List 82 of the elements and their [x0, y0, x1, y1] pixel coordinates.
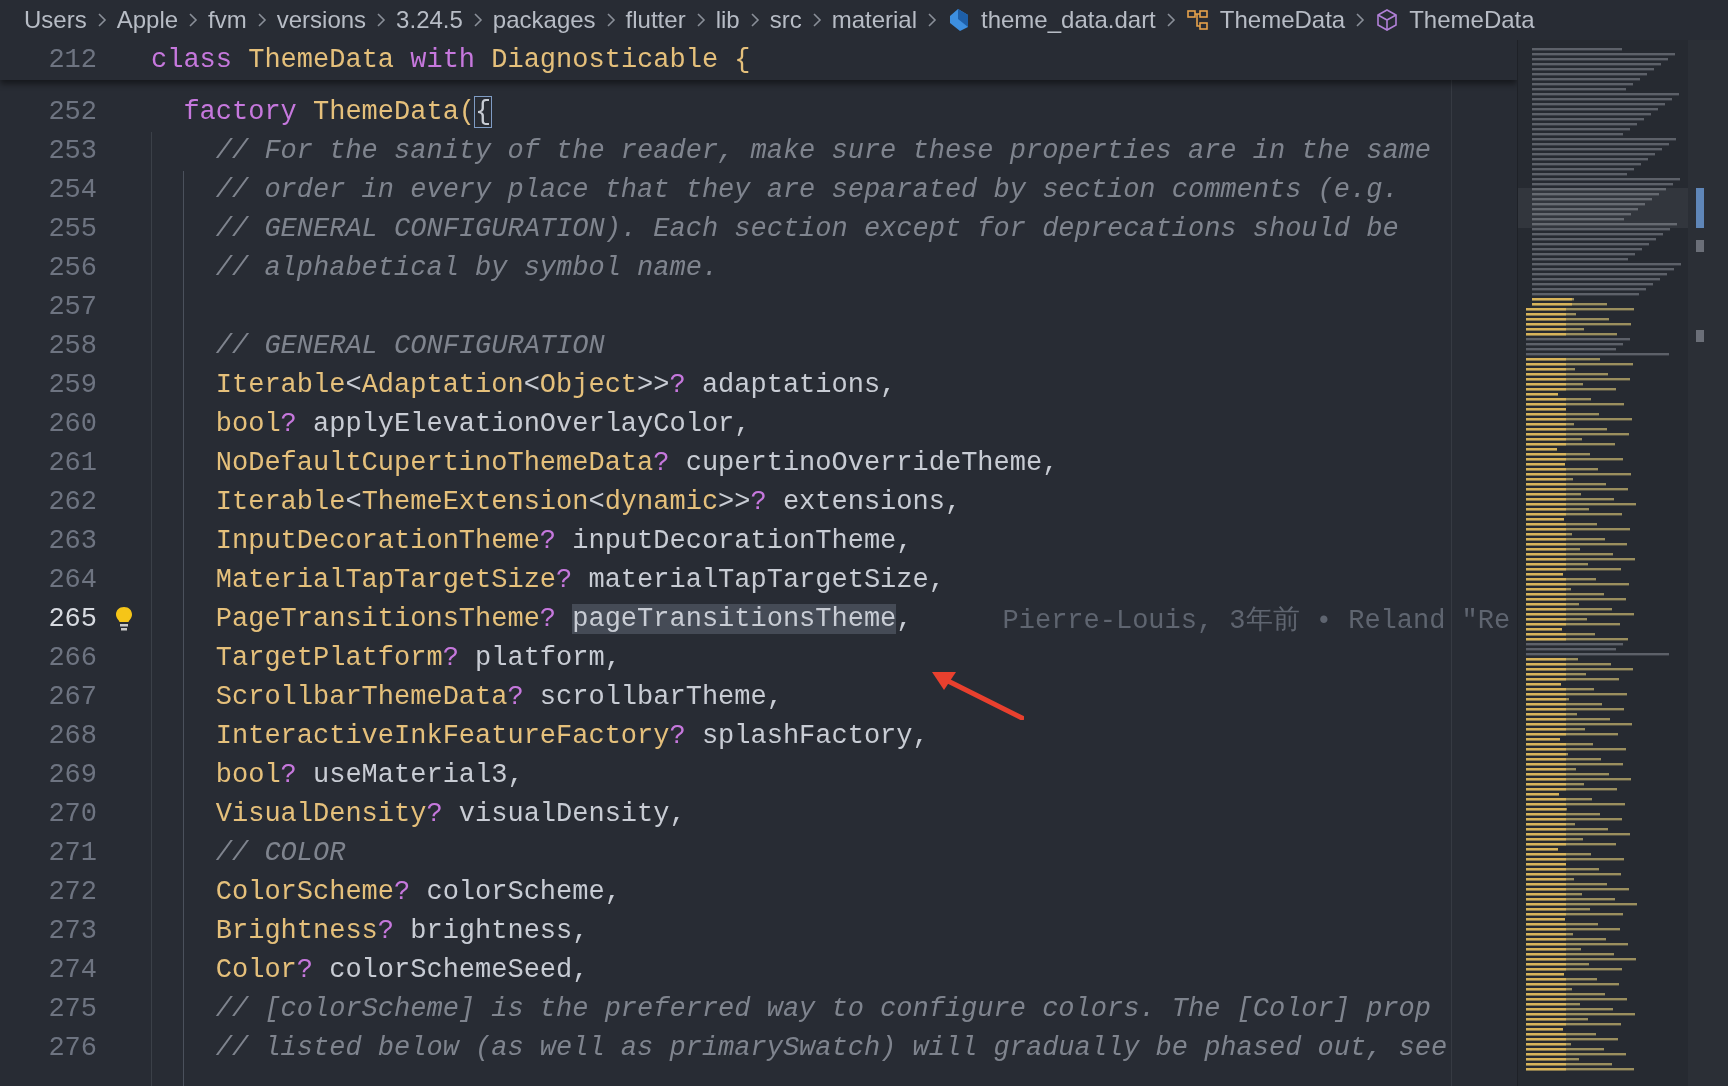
breadcrumb-item[interactable]: versions [276, 6, 367, 34]
line-number: 276 [47, 1032, 97, 1063]
dart-file-icon [947, 7, 971, 33]
code-line: bool? applyElevationOverlayColor, [215, 408, 751, 439]
chevron-icon [749, 12, 760, 28]
code-comment: // GENERAL CONFIGURATION [215, 330, 605, 361]
code-line: InteractiveInkFeatureFactory? splashFactory, [215, 720, 929, 751]
line-number: 254 [47, 174, 97, 205]
breadcrumb-item[interactable]: Apple [116, 6, 179, 34]
breadcrumb-item[interactable]: src [769, 6, 802, 34]
chevron-icon [605, 12, 616, 28]
code-line: Iterable<ThemeExtension<dynamic>>? extensions, [215, 486, 962, 517]
code-line: InputDecorationTheme? inputDecorationTheme, [215, 525, 913, 556]
code-line: TargetPlatform? platform, [215, 642, 621, 673]
line-number: 252 [47, 96, 97, 127]
code-comment: // GENERAL CONFIGURATION). Each section except for deprecations should be [215, 213, 1399, 244]
chevron-icon [96, 12, 107, 28]
code-line: VisualDensity? visualDensity, [215, 798, 686, 829]
cube-icon [1375, 8, 1400, 32]
lightbulb-icon[interactable] [115, 605, 133, 632]
chevron-icon [1165, 12, 1176, 28]
line-number: 261 [47, 447, 97, 478]
line-number: 264 [47, 564, 97, 595]
breadcrumb-item[interactable]: Users [24, 6, 87, 34]
line-number: 270 [47, 798, 97, 829]
line-number: 271 [47, 837, 97, 868]
line-number: 275 [47, 993, 97, 1024]
scrollbar[interactable] [1688, 40, 1728, 1086]
code-line: Color? colorSchemeSeed, [215, 954, 589, 985]
chevron-icon [376, 12, 387, 28]
line-number: 212 [47, 45, 97, 75]
line-number: 268 [47, 720, 97, 751]
code-comment: // For the sanity of the reader, make sure these properties are in the same [215, 135, 1431, 166]
line-number: 256 [47, 252, 97, 283]
breadcrumb-item[interactable]: material [831, 6, 917, 34]
line-number: 273 [47, 915, 97, 946]
class-symbol-icon [1185, 8, 1210, 32]
code-line: class ThemeData with Diagnosticable { [151, 45, 751, 75]
line-number: 272 [47, 876, 97, 907]
line-number: 267 [47, 681, 97, 712]
code-line: NoDefaultCupertinoThemeData? cupertinoOverrideTheme, [215, 447, 1059, 478]
breadcrumb-item[interactable]: lib [715, 6, 740, 34]
chevron-icon [256, 12, 267, 28]
line-number: 269 [47, 759, 97, 790]
code-comment: // order in every place that they are separated by section comments (e.g. [215, 174, 1399, 205]
code-line: bool? useMaterial3, [215, 759, 524, 790]
code-line: factory ThemeData({ [183, 96, 492, 127]
line-number: 265 [47, 603, 97, 634]
line-number: 259 [47, 369, 97, 400]
chevron-icon [695, 12, 706, 28]
line-number: 274 [47, 954, 97, 985]
breadcrumb-item[interactable]: 3.24.5 [396, 6, 463, 34]
code-line: ScrollbarThemeData? scrollbarTheme, [215, 681, 783, 712]
line-number: 263 [47, 525, 97, 556]
line-number: 260 [47, 408, 97, 439]
line-number: 257 [47, 291, 97, 322]
line-number: 262 [47, 486, 97, 517]
code-line: PageTransitionsTheme? pageTransitionsTheme, [215, 603, 913, 634]
blame-annotation: Pierre-Louis, 3年前 • Reland "Re [1002, 604, 1511, 637]
code-comment: // alphabetical by symbol name. [215, 252, 719, 283]
breadcrumb-item[interactable]: theme_data.dart [981, 6, 1156, 34]
code-line: MaterialTapTargetSize? materialTapTargetSize, [215, 564, 945, 595]
chevron-icon [472, 12, 483, 28]
code-comment: // [colorScheme] is the preferred way to configure colors. The [Color] prop [215, 993, 1431, 1024]
line-number: 266 [47, 642, 97, 673]
code-line: Iterable<Adaptation<Object>>? adaptations, [215, 369, 897, 400]
code-comment: // listed below (as well as primarySwatch) will gradually be phased out, see [215, 1032, 1448, 1063]
line-number: 258 [47, 330, 97, 361]
chevron-icon [811, 12, 822, 28]
breadcrumb-item[interactable]: fvm [208, 6, 247, 34]
chevron-icon [927, 12, 937, 28]
breadcrumb-item[interactable]: packages [492, 6, 596, 34]
chevron-icon [1355, 12, 1366, 28]
breadcrumb-item[interactable]: ThemeData [1219, 6, 1346, 34]
code-line: ColorScheme? colorScheme, [215, 876, 621, 907]
line-number: 253 [47, 135, 97, 166]
chevron-icon [188, 12, 199, 28]
breadcrumb-item[interactable]: flutter [625, 6, 686, 34]
code-line: Brightness? brightness, [215, 915, 589, 946]
line-number: 255 [47, 213, 97, 244]
code-comment: // COLOR [215, 837, 346, 868]
breadcrumb-item[interactable]: ThemeData [1409, 6, 1535, 34]
